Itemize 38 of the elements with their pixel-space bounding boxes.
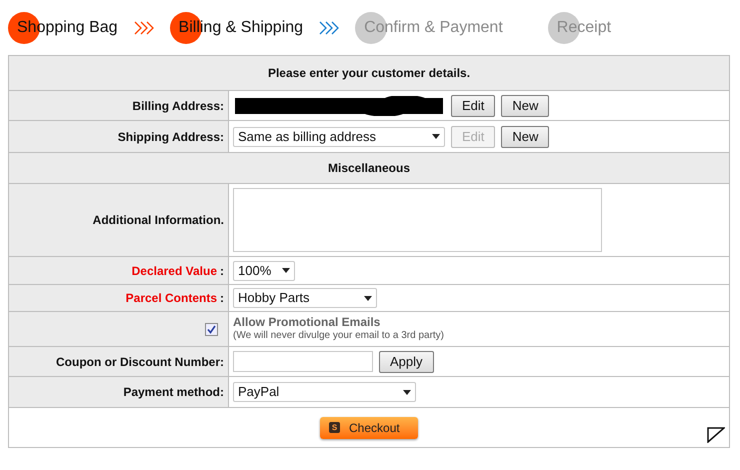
colon-text: : — [220, 290, 224, 307]
dollar-icon: S — [329, 422, 340, 433]
checkout-button[interactable]: S Checkout — [320, 416, 418, 438]
section-heading: Please enter your customer details. — [268, 65, 470, 82]
field-label: Billing Address: — [132, 98, 224, 114]
button[interactable]: New — [501, 94, 550, 116]
field-label: Coupon or Discount Number: — [56, 354, 224, 370]
dropdown[interactable]: Same as billing address — [233, 126, 445, 146]
text-area[interactable] — [233, 188, 602, 252]
field-label: Declared Value — [132, 262, 217, 280]
step-label: Receipt — [556, 18, 612, 38]
dropdown[interactable]: 100% — [233, 260, 295, 280]
dropdown-value: 100% — [238, 262, 272, 280]
button[interactable]: Edit — [451, 94, 496, 116]
button[interactable]: Apply — [379, 350, 434, 372]
dropdown-caret-icon — [432, 134, 440, 139]
field-label: Payment method: — [123, 384, 224, 401]
dropdown-caret-icon — [364, 296, 372, 300]
field-label: Shipping Address: — [118, 128, 224, 146]
dropdown-value: PayPal — [238, 383, 280, 402]
checkbox[interactable] — [205, 322, 218, 336]
step-label: Confirm & Payment — [363, 18, 503, 38]
dropdown[interactable]: Hobby Parts — [233, 288, 377, 308]
field-label: Parcel Contents — [126, 290, 217, 307]
field-label: Additional Information. — [92, 212, 224, 229]
coupon-input-field[interactable] — [233, 351, 373, 372]
corner-triangle-icon — [707, 427, 725, 443]
checkmark-icon — [207, 324, 216, 334]
dropdown[interactable]: PayPal — [233, 382, 416, 402]
button[interactable]: New — [501, 126, 550, 148]
colon-text: : — [220, 262, 224, 280]
note-text: (We will never divulge your email to a 3rd party) — [233, 330, 444, 343]
section-heading: Miscellaneous — [328, 160, 410, 177]
checkbox-label: Allow Promotional Emails — [233, 315, 382, 330]
dropdown-value: Hobby Parts — [238, 289, 310, 308]
dropdown-caret-icon — [282, 268, 290, 273]
dropdown-value: Same as billing address — [238, 128, 376, 146]
dropdown-caret-icon — [403, 390, 411, 394]
